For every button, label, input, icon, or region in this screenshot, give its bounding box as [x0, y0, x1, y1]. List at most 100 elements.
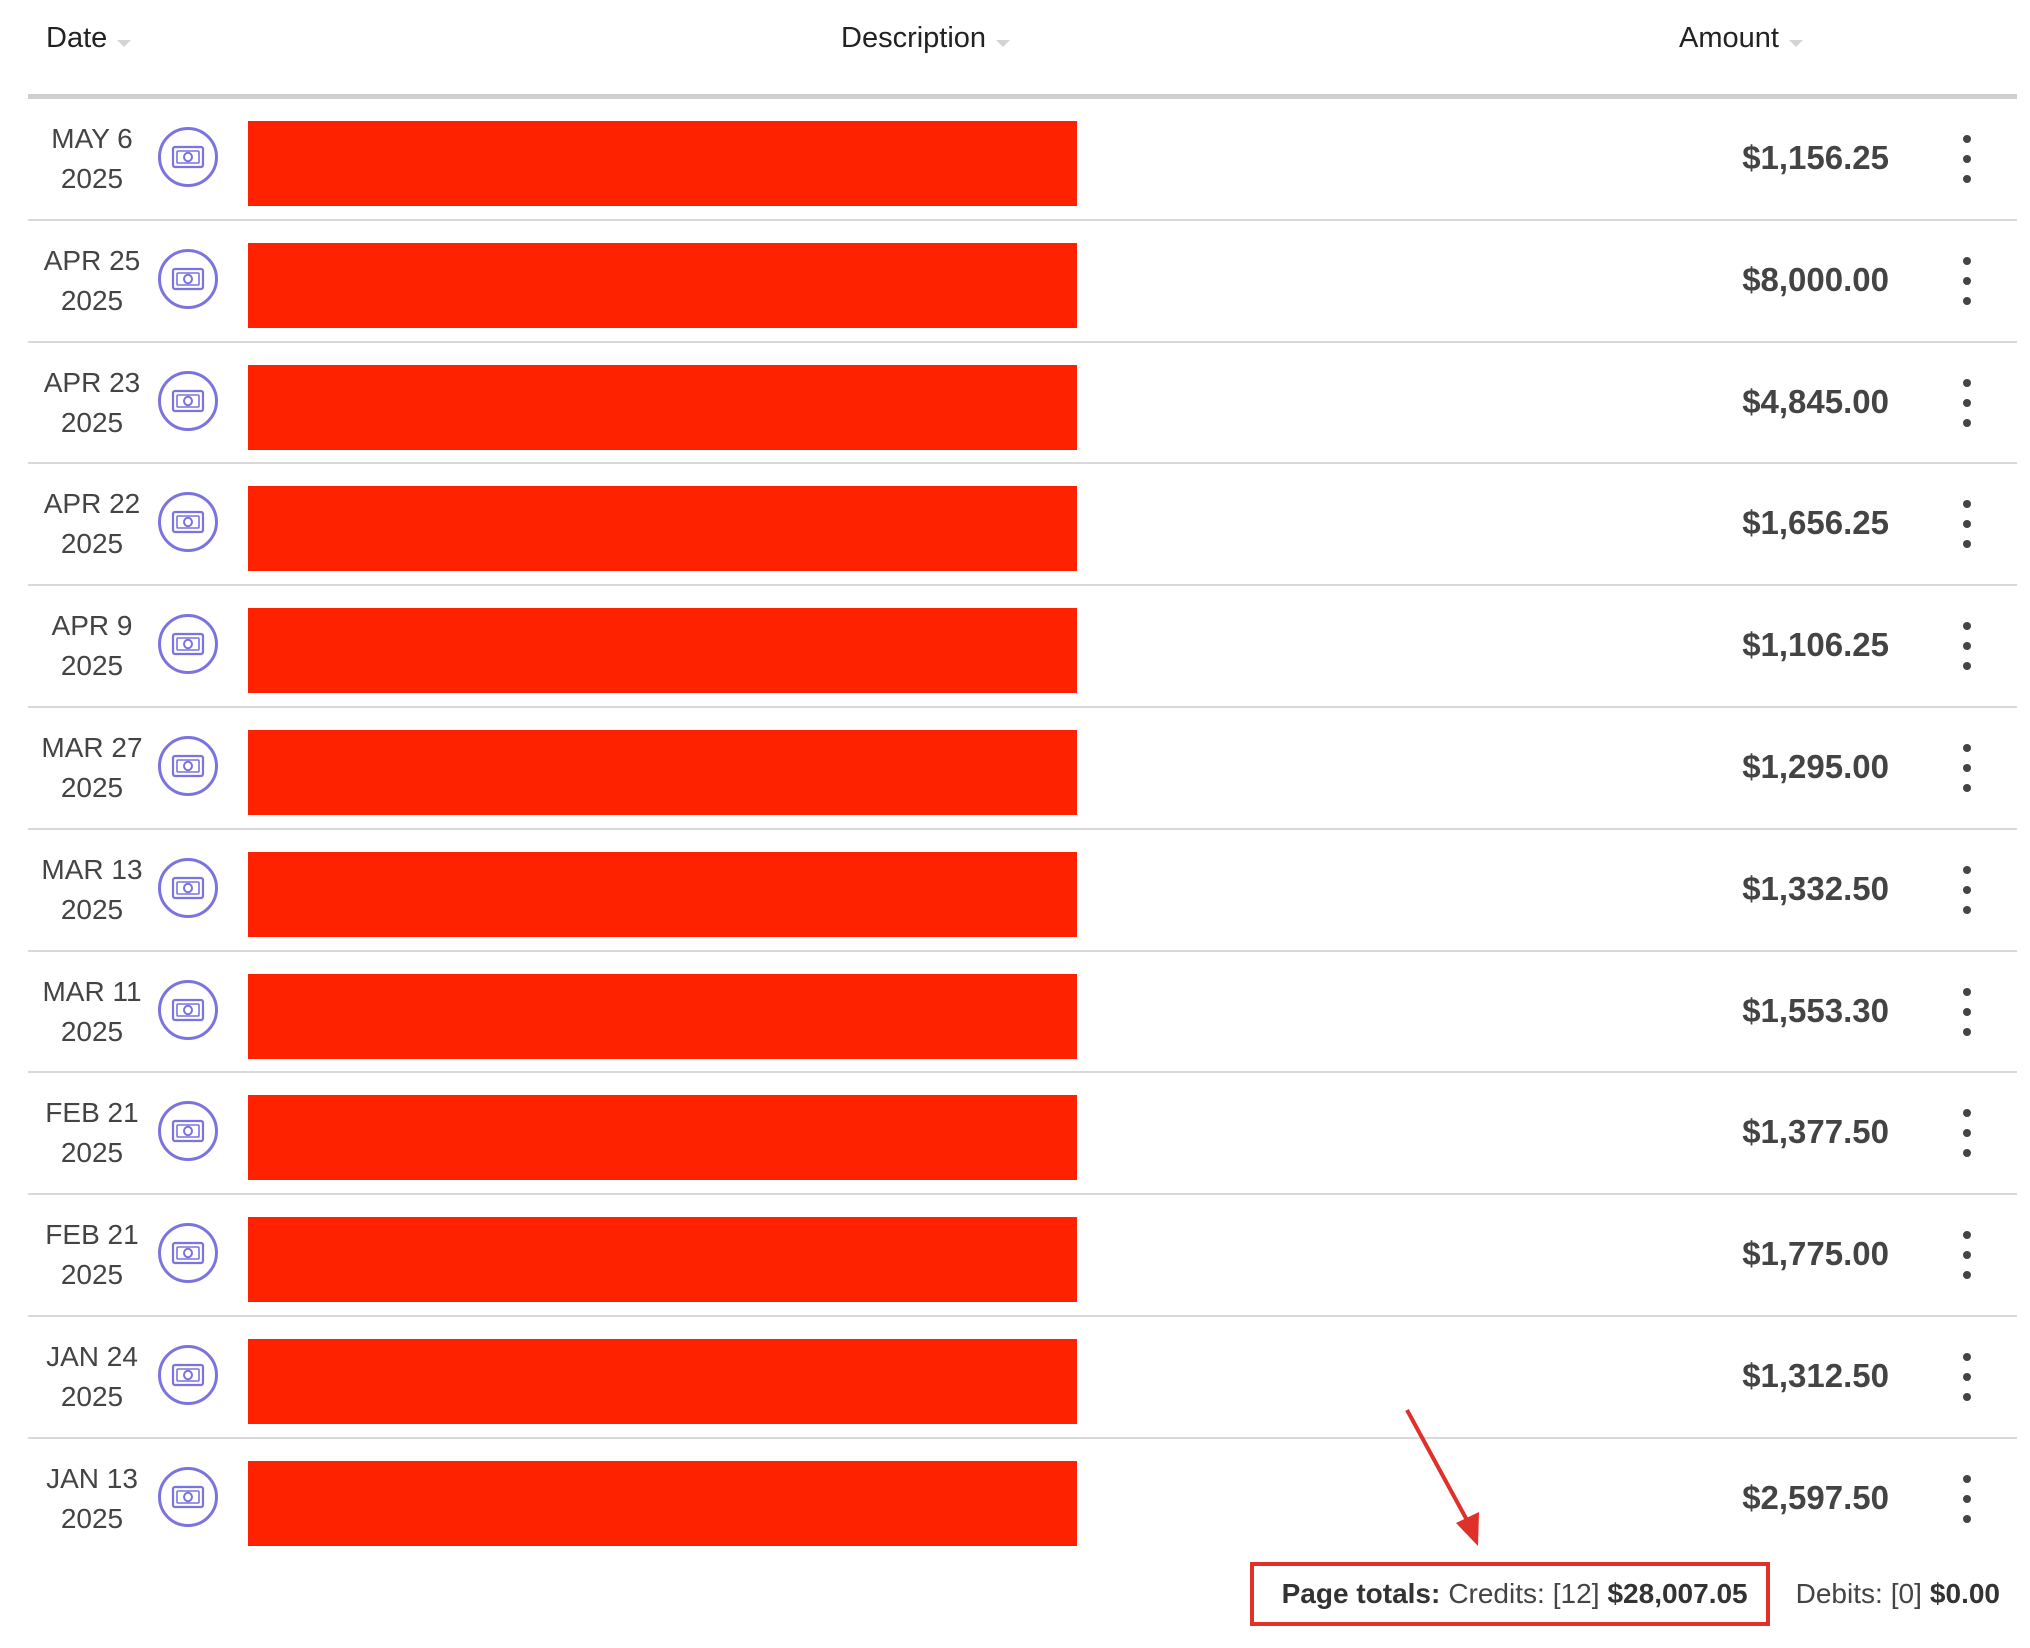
- date-column-header[interactable]: Date: [46, 22, 132, 55]
- table-row[interactable]: JAN 24 2025 $1,312.50: [28, 1317, 2017, 1439]
- page-totals: Page totals: Credits: [12] $28,007.05 De…: [1249, 1562, 2000, 1626]
- redacted-description: [248, 364, 1077, 450]
- sort-caret-icon: [996, 40, 1011, 47]
- cash-icon: [158, 1223, 218, 1284]
- redacted-description: [248, 242, 1077, 328]
- table-row[interactable]: FEB 21 2025 $1,775.00: [28, 1195, 2017, 1317]
- table-row[interactable]: JAN 13 2025 $2,597.50: [28, 1439, 2017, 1561]
- redacted-description: [248, 608, 1077, 694]
- table-row[interactable]: MAR 13 2025 $1,332.50: [28, 830, 2017, 952]
- transaction-amount: $1,295.00: [1742, 747, 1889, 785]
- transaction-date-day: APR 9: [51, 610, 133, 642]
- transaction-amount: $8,000.00: [1742, 260, 1889, 298]
- row-actions-menu-icon[interactable]: [1959, 1109, 1975, 1158]
- transaction-amount: $1,656.25: [1742, 504, 1889, 542]
- row-actions-menu-icon[interactable]: [1959, 378, 1975, 427]
- sort-caret-icon: [1788, 40, 1803, 47]
- transaction-amount: $1,106.25: [1742, 626, 1889, 664]
- cash-icon: [158, 979, 218, 1040]
- transaction-date-day: JAN 24: [46, 1340, 138, 1372]
- page-totals-label: Page totals:: [1281, 1578, 1441, 1609]
- redacted-description: [248, 1095, 1077, 1181]
- row-actions-menu-icon[interactable]: [1959, 622, 1975, 671]
- transaction-date: FEB 21 2025: [28, 1215, 156, 1295]
- redacted-description: [248, 973, 1077, 1059]
- row-actions-menu-icon[interactable]: [1959, 743, 1975, 792]
- table-row[interactable]: APR 25 2025 $8,000.00: [28, 221, 2017, 343]
- table-row[interactable]: MAR 11 2025 $1,553.30: [28, 952, 2017, 1074]
- row-actions-menu-icon[interactable]: [1959, 865, 1975, 914]
- transaction-amount: $2,597.50: [1742, 1478, 1889, 1516]
- transaction-date-year: 2025: [60, 650, 124, 682]
- redacted-description: [248, 486, 1077, 572]
- transaction-date: APR 23 2025: [28, 363, 156, 443]
- row-actions-menu-icon[interactable]: [1959, 1231, 1975, 1280]
- redacted-description: [248, 729, 1077, 815]
- row-actions-menu-icon[interactable]: [1959, 987, 1975, 1036]
- redacted-description: [248, 121, 1077, 206]
- cash-icon: [158, 614, 218, 675]
- table-row[interactable]: APR 23 2025 $4,845.00: [28, 343, 2017, 465]
- table-row[interactable]: MAY 6 2025 $1,156.25: [28, 99, 2017, 221]
- transaction-date: FEB 21 2025: [28, 1093, 156, 1173]
- transaction-date-year: 2025: [60, 1259, 124, 1291]
- description-header-label: Description: [841, 22, 987, 54]
- transaction-date: APR 9 2025: [28, 606, 156, 686]
- transaction-date-day: FEB 21: [45, 1097, 139, 1129]
- transaction-date-day: MAR 13: [41, 853, 143, 885]
- redacted-description: [248, 1217, 1077, 1303]
- transaction-date-year: 2025: [60, 528, 124, 560]
- cash-icon: [158, 370, 218, 431]
- transaction-date-year: 2025: [60, 771, 124, 803]
- sort-caret-icon: [117, 40, 132, 47]
- table-row[interactable]: MAR 27 2025 $1,295.00: [28, 708, 2017, 830]
- row-actions-menu-icon[interactable]: [1959, 256, 1975, 305]
- debits-label: Debits:: [1795, 1578, 1883, 1609]
- debits-total: Debits: [0] $0.00: [1796, 1578, 2000, 1610]
- table-header: Date Description Amount: [28, 0, 2017, 99]
- row-actions-menu-icon[interactable]: [1959, 500, 1975, 549]
- transaction-date: APR 22 2025: [28, 484, 156, 564]
- description-column-header[interactable]: Description: [841, 22, 1011, 55]
- credits-label: Credits:: [1448, 1578, 1545, 1609]
- amount-header-label: Amount: [1679, 22, 1779, 54]
- credits-count: [12]: [1552, 1578, 1600, 1609]
- cash-icon: [158, 1344, 218, 1405]
- transaction-date-year: 2025: [60, 1380, 124, 1412]
- table-row[interactable]: APR 22 2025 $1,656.25: [28, 464, 2017, 587]
- transaction-amount: $4,845.00: [1742, 382, 1889, 420]
- transaction-amount: $1,377.50: [1742, 1113, 1889, 1151]
- redacted-description: [248, 1338, 1077, 1424]
- table-row[interactable]: APR 9 2025 $1,106.25: [28, 586, 2017, 708]
- transaction-date-day: MAR 11: [42, 975, 142, 1007]
- cash-icon: [158, 1101, 218, 1162]
- cash-icon: [158, 248, 218, 309]
- debits-count: [0]: [1890, 1578, 1922, 1609]
- redacted-description: [248, 851, 1077, 937]
- transaction-date-year: 2025: [60, 893, 124, 925]
- row-actions-menu-icon[interactable]: [1959, 1352, 1975, 1401]
- transaction-date: APR 25 2025: [28, 241, 156, 321]
- transaction-date-day: JAN 13: [46, 1462, 138, 1494]
- table-row[interactable]: FEB 21 2025 $1,377.50: [28, 1073, 2017, 1196]
- date-header-label: Date: [46, 22, 108, 54]
- transaction-amount: $1,775.00: [1742, 1235, 1889, 1273]
- transaction-date: JAN 13 2025: [28, 1459, 156, 1539]
- amount-column-header[interactable]: Amount: [1679, 22, 1803, 55]
- row-actions-menu-icon[interactable]: [1959, 1474, 1975, 1523]
- transaction-date-year: 2025: [60, 1137, 124, 1169]
- row-actions-menu-icon[interactable]: [1959, 135, 1975, 183]
- table-body: MAY 6 2025 $1,156.25 APR 25 2025 $8,000.…: [28, 99, 2017, 1561]
- transaction-amount: $1,332.50: [1742, 869, 1889, 907]
- transaction-date-year: 2025: [60, 1502, 124, 1534]
- cash-icon: [158, 1466, 218, 1527]
- credits-total-highlight: Page totals: Credits: [12] $28,007.05: [1249, 1562, 1770, 1626]
- cash-icon: [158, 127, 218, 187]
- transaction-date-year: 2025: [60, 284, 124, 316]
- cash-icon: [158, 857, 218, 918]
- redacted-description: [248, 1460, 1077, 1546]
- debits-amount: $0.00: [1929, 1578, 2000, 1609]
- transaction-date-year: 2025: [60, 1015, 124, 1047]
- cash-icon: [158, 492, 218, 553]
- transaction-amount: $1,156.25: [1742, 139, 1889, 176]
